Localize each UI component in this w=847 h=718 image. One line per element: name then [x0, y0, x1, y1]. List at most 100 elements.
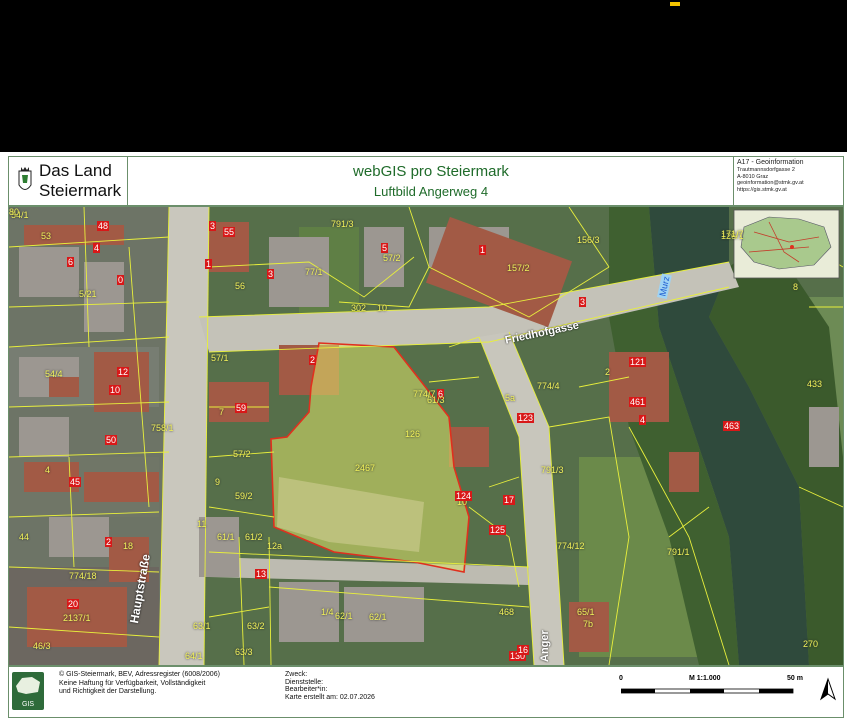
map-sheet: Das Land Steiermark webGIS pro Steiermar… [0, 152, 847, 718]
parcel-label: 5 [381, 243, 389, 253]
parcel-label: 2137/1 [63, 613, 91, 623]
parcel-label: 63/3 [235, 647, 253, 657]
copyright-text: © GIS-Steiermark, BEV, Adressregister (6… [59, 671, 220, 678]
department-box: A17 - Geoinformation Trautmannsdorfgasse… [733, 157, 843, 205]
location-marker-icon [790, 245, 794, 249]
logo-line-1: Das Land [39, 161, 112, 180]
parcel-label: 20 [67, 599, 80, 609]
parcel-label: 6 [67, 257, 75, 267]
parcel-label: 4 [45, 465, 51, 475]
parcel-label: 46/3 [33, 641, 51, 651]
parcel-label: 0 [117, 275, 125, 285]
parcel-label: 44 [19, 532, 30, 542]
parcel-label: 8 [793, 282, 799, 292]
parcel-label: 48 [97, 221, 110, 231]
parcel-label: 171/7 [721, 229, 744, 239]
editor-label: Bearbeiter*in: [285, 686, 328, 693]
parcel-label: 1 [479, 245, 487, 255]
scale-bar: 0 M 1:1.000 50 m [619, 675, 819, 705]
parcel-label: 77/1 [305, 267, 323, 277]
aerial-map[interactable]: Hauptstraße Friedhofgasse Murz Anger 54/… [8, 206, 844, 666]
parcel-label: 64/1 [185, 651, 203, 661]
parcel-label: 57/1 [211, 353, 229, 363]
parcel-label: 7 [219, 407, 225, 417]
parcel-label: 59 [235, 403, 248, 413]
scale-end-label: 50 m [787, 675, 803, 682]
parcel-label: 1 [205, 259, 213, 269]
gis-steiermark-logo: GIS [12, 672, 44, 710]
parcel-label: 12 [117, 367, 130, 377]
parcel-label: 56 [235, 281, 246, 291]
created-date: Karte erstellt am: 02.07.2026 [285, 693, 375, 701]
parcel-label: 62/1 [369, 612, 387, 622]
parcel-label: 17 [503, 495, 516, 505]
office-label: Dienststelle: [285, 678, 324, 686]
scale-bar-graphic [621, 688, 794, 694]
parcel-label: 468 [499, 607, 515, 617]
parcel-label: 45 [69, 477, 82, 487]
top-black-area [0, 0, 847, 152]
overview-map [733, 209, 840, 279]
gis-logo-text: GIS [21, 701, 35, 708]
parcel-label: 123 [517, 413, 535, 423]
gis-map-icon [16, 677, 40, 694]
top-marker [670, 2, 680, 6]
map-header: Das Land Steiermark webGIS pro Steiermar… [8, 156, 844, 206]
purpose-block: Zweck: Dienststelle: Bearbeiter*in: Kart… [285, 671, 375, 701]
land-steiermark-logo: Das Land Steiermark [9, 157, 128, 205]
purpose-label: Zweck: [285, 671, 308, 678]
parcel-label: 80 [9, 207, 20, 217]
parcel-label: 774/7 [413, 389, 436, 399]
parcel-label: 12a [267, 541, 283, 551]
parcel-label: 774/12 [557, 541, 585, 551]
parcel-label: 5/21 [79, 289, 97, 299]
parcel-label: 9 [215, 477, 221, 487]
parcel-label: 125 [489, 525, 507, 535]
parcel-label: 3 [209, 221, 217, 231]
copyright-block: © GIS-Steiermark, BEV, Adressregister (6… [59, 671, 269, 697]
scale-start-label: 0 [619, 675, 623, 682]
parcel-label: 3 [579, 297, 587, 307]
parcel-label: 10 [109, 385, 122, 395]
parcel-label: 57/2 [233, 449, 251, 459]
parcel-label: 4 [93, 243, 101, 253]
street-label-anger: Anger [539, 630, 551, 662]
parcel-label: 126 [405, 429, 421, 439]
parcel-label: 62/1 [335, 611, 353, 621]
parcel-label: 11 [197, 519, 207, 529]
parcel-label: 10 [377, 303, 388, 313]
parcel-label: 774/4 [537, 381, 560, 391]
parcel-label: 1/4 [321, 607, 334, 617]
parcel-label: 53 [41, 231, 52, 241]
parcel-label: 302 [351, 303, 367, 313]
parcel-label: 791/1 [667, 547, 690, 557]
parcel-label: 121 [629, 357, 647, 367]
parcel-label: 791/3 [331, 219, 354, 229]
logo-line-2: Steiermark [39, 181, 122, 200]
parcel-label: 5a [505, 393, 516, 403]
parcel-label: 2 [309, 355, 317, 365]
parcel-label: 16 [517, 645, 530, 655]
parcel-label: 3 [267, 269, 275, 279]
parcel-label: 13 [255, 569, 268, 579]
parcel-label: 270 [803, 639, 819, 649]
parcel-label: 18 [123, 541, 134, 551]
title-box: webGIS pro Steiermark Luftbild Angerweg … [129, 157, 733, 205]
parcel-label: 157/2 [507, 263, 530, 273]
parcel-label: 63/2 [247, 621, 265, 631]
parcel-label: 7b [583, 619, 594, 629]
map-subtitle: Luftbild Angerweg 4 [373, 184, 489, 199]
parcel-label: 61/2 [245, 532, 263, 542]
map-footer: GIS © GIS-Steiermark, BEV, Adressregiste… [8, 666, 844, 718]
parcel-label: 463 [723, 421, 741, 431]
parcel-label: 791/3 [541, 465, 564, 475]
parcel-label: 758/1 [151, 423, 174, 433]
page-title: webGIS pro Steiermark [353, 163, 509, 180]
scale-ratio-label: M 1:1.000 [689, 675, 721, 682]
department-name: A17 - Geoinformation [737, 159, 804, 166]
parcel-label: 59/2 [235, 491, 253, 501]
parcel-label: 57/2 [383, 253, 401, 263]
parcel-label: 2 [605, 367, 611, 377]
parcel-label: 61/1 [217, 532, 235, 542]
parcel-label: 433 [807, 379, 823, 389]
